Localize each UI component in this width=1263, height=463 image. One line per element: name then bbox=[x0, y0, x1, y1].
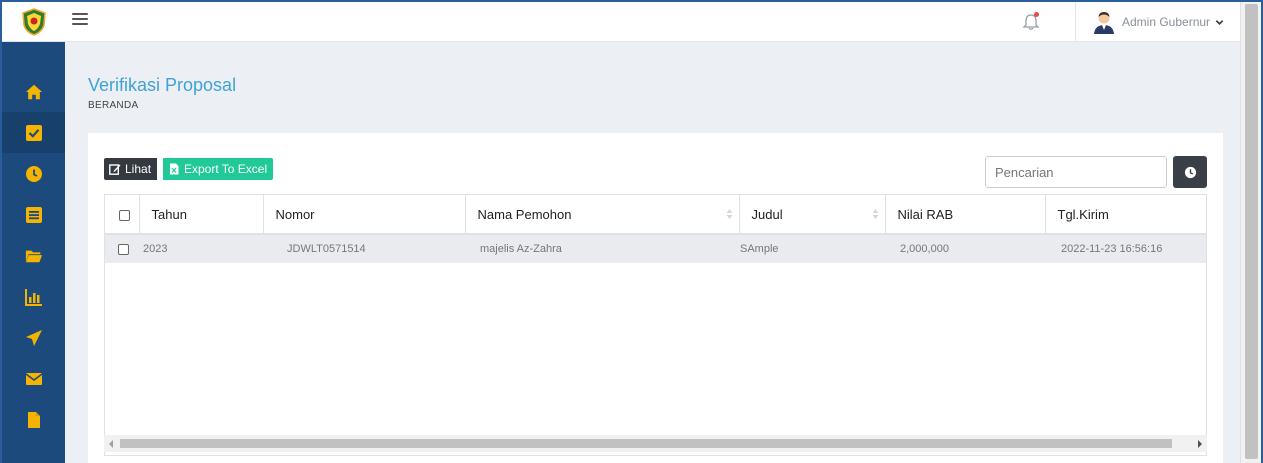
file-excel-icon bbox=[170, 163, 179, 175]
sidebar-item-list[interactable] bbox=[2, 194, 65, 235]
page-title: Verifikasi Proposal bbox=[88, 75, 237, 95]
search-button[interactable] bbox=[1173, 156, 1207, 188]
sort-icon[interactable] bbox=[872, 208, 879, 220]
sidebar-item-document[interactable] bbox=[2, 399, 65, 440]
bar-chart-icon bbox=[24, 288, 42, 306]
column-header-nomor[interactable]: Nomor bbox=[263, 195, 466, 235]
cell-tgl-kirim: 2022-11-23 16:56:16 bbox=[1061, 243, 1163, 255]
sidebar-item-send[interactable] bbox=[2, 317, 65, 358]
hamburger-menu-icon[interactable] bbox=[72, 13, 88, 29]
table-row[interactable]: 2023 JDWLT0571514 majelis Az-Zahra SAmpl… bbox=[105, 234, 1206, 263]
check-square-icon bbox=[25, 124, 42, 141]
user-name: Admin Gubernur bbox=[1122, 15, 1211, 29]
page-scrollbar-thumb[interactable] bbox=[1245, 4, 1258, 459]
sidebar-item-home[interactable] bbox=[2, 71, 65, 112]
column-header-nama-pemohon-label: Nama Pemohon bbox=[477, 206, 572, 222]
clock-icon bbox=[1184, 166, 1196, 178]
cell-judul: SAmple bbox=[740, 243, 779, 255]
chevron-down-icon bbox=[1215, 19, 1224, 25]
select-all-checkbox[interactable] bbox=[119, 209, 130, 221]
column-header-judul-label: Judul bbox=[751, 206, 783, 222]
sidebar-item-report[interactable] bbox=[2, 276, 65, 317]
scroll-left-arrow-icon[interactable] bbox=[109, 440, 113, 448]
sidebar-item-verifikasi[interactable] bbox=[2, 112, 65, 153]
column-header-tahun[interactable]: Tahun bbox=[139, 195, 264, 235]
app-window: Admin Gubernur Verifikasi Proposal BERAN… bbox=[0, 0, 1263, 463]
export-excel-label: Export To Excel bbox=[184, 162, 268, 176]
sidebar-nav bbox=[2, 42, 65, 440]
edit-icon bbox=[109, 164, 121, 175]
user-avatar-icon bbox=[1094, 12, 1114, 34]
paper-plane-icon bbox=[25, 329, 42, 346]
row-checkbox[interactable] bbox=[118, 243, 129, 255]
lihat-button[interactable]: Lihat bbox=[104, 158, 158, 180]
row-checkbox-cell bbox=[105, 234, 139, 263]
search-input[interactable] bbox=[985, 156, 1167, 188]
table-scrollbar-thumb[interactable] bbox=[120, 439, 1172, 448]
column-header-nama-pemohon[interactable]: Nama Pemohon bbox=[465, 195, 740, 235]
column-header-nilai-rab[interactable]: Nilai RAB bbox=[885, 195, 1046, 235]
export-excel-button[interactable]: Export To Excel bbox=[163, 158, 274, 180]
notification-dot bbox=[1034, 12, 1039, 17]
sidebar-item-mail[interactable] bbox=[2, 358, 65, 399]
cell-nama-pemohon: majelis Az-Zahra bbox=[480, 243, 562, 255]
column-header-tgl-kirim[interactable]: Tgl.Kirim bbox=[1045, 195, 1206, 235]
folder-open-icon bbox=[25, 250, 42, 262]
envelope-icon bbox=[25, 372, 42, 385]
select-all-cell bbox=[105, 195, 140, 235]
proposal-table: Tahun Nomor Nama Pemohon Judul Nilai RAB… bbox=[104, 194, 1207, 456]
app-logo[interactable] bbox=[2, 2, 65, 42]
scroll-right-arrow-icon[interactable] bbox=[1198, 440, 1202, 448]
list-icon bbox=[25, 206, 42, 223]
lihat-button-label: Lihat bbox=[125, 162, 152, 176]
sidebar-item-history[interactable] bbox=[2, 153, 65, 194]
clock-icon bbox=[25, 165, 42, 182]
breadcrumb[interactable]: BERANDA bbox=[88, 100, 138, 111]
file-icon bbox=[27, 411, 40, 428]
sort-icon[interactable] bbox=[726, 208, 733, 220]
content-card: Lihat Export To Excel Pencarian Tahun No… bbox=[88, 133, 1223, 463]
table-header-row: Tahun Nomor Nama Pemohon Judul Nilai RAB… bbox=[105, 195, 1206, 235]
page-scrollbar[interactable] bbox=[1240, 2, 1261, 463]
sidebar bbox=[2, 2, 65, 463]
sidebar-item-folder[interactable] bbox=[2, 235, 65, 276]
cell-tahun: 2023 bbox=[143, 243, 168, 255]
shield-emblem-icon bbox=[21, 7, 46, 36]
top-bar: Admin Gubernur bbox=[65, 2, 1240, 42]
cell-nilai-rab: 2,000,000 bbox=[900, 243, 949, 255]
cell-nomor: JDWLT0571514 bbox=[287, 243, 366, 255]
home-icon bbox=[25, 84, 42, 99]
column-header-judul[interactable]: Judul bbox=[739, 195, 886, 235]
table-horizontal-scrollbar[interactable] bbox=[104, 435, 1207, 452]
user-menu[interactable]: Admin Gubernur bbox=[1092, 10, 1224, 34]
